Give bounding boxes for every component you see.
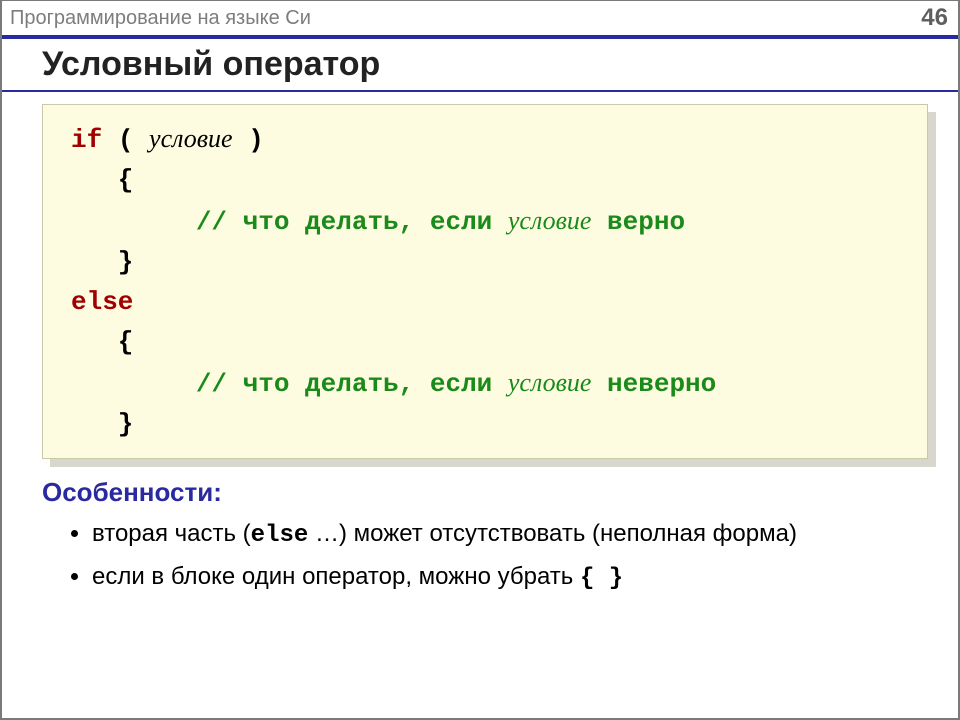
comment-false: // что делать, если условие неверно bbox=[71, 369, 716, 399]
open-paren: ( bbox=[102, 125, 149, 155]
inline-else: else bbox=[251, 522, 309, 549]
list-item: вторая часть (else …) может отсутствоват… bbox=[92, 518, 898, 552]
keyword-else: else bbox=[71, 287, 133, 317]
slide-frame: Программирование на языке Си 46 Условный… bbox=[0, 0, 960, 720]
page-number: 46 bbox=[921, 4, 948, 32]
rbrace2: } bbox=[71, 409, 133, 439]
code-block: if ( условие ) { // что делать, если усл… bbox=[42, 104, 928, 459]
topbar: Программирование на языке Си 46 bbox=[2, 1, 958, 35]
comment-true: // что делать, если условие верно bbox=[71, 207, 685, 237]
keyword-if: if bbox=[71, 125, 102, 155]
divider-top bbox=[2, 35, 958, 39]
subject-label: Программирование на языке Си bbox=[10, 7, 311, 30]
close-paren: ) bbox=[233, 125, 264, 155]
lbrace2: { bbox=[71, 327, 133, 357]
rbrace1: } bbox=[71, 247, 133, 277]
list-item: если в блоке один оператор, можно убрать… bbox=[92, 561, 898, 595]
features-heading: Особенности: bbox=[42, 477, 958, 508]
code-content: if ( условие ) { // что делать, если усл… bbox=[42, 104, 928, 459]
inline-braces: { } bbox=[580, 565, 623, 592]
lbrace1: { bbox=[71, 165, 133, 195]
features-list: вторая часть (else …) может отсутствоват… bbox=[92, 518, 898, 595]
divider-title bbox=[2, 90, 958, 92]
page-title: Условный оператор bbox=[42, 45, 958, 84]
condition-placeholder: условие bbox=[149, 124, 233, 153]
